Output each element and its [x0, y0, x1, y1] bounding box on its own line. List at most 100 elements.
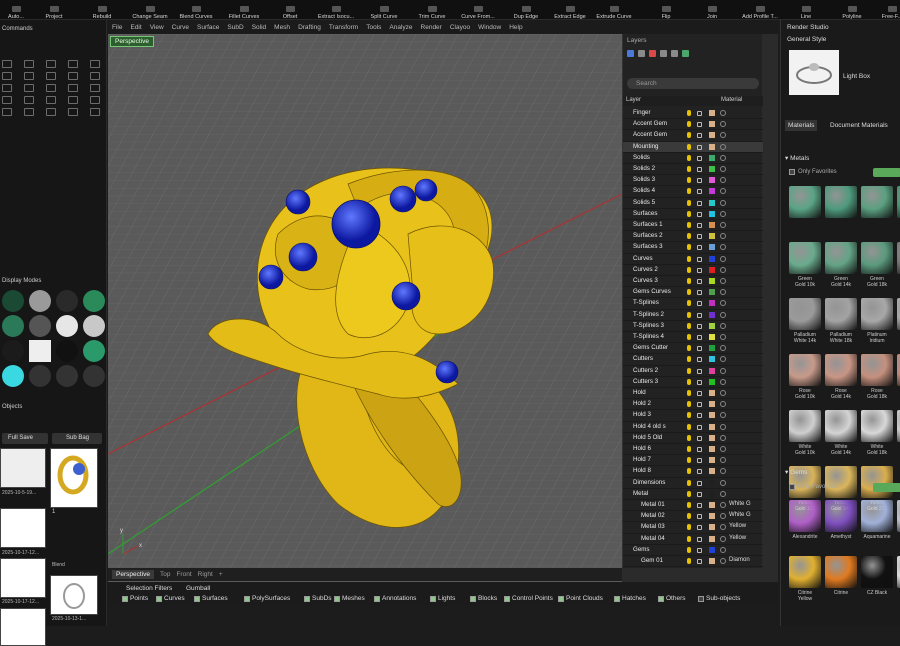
layer-color-swatch[interactable] [709, 143, 715, 150]
layer-row[interactable]: Hold 2 [623, 399, 763, 411]
material-circle-icon[interactable] [720, 490, 726, 497]
layer-row[interactable]: Curves 3 [623, 276, 763, 288]
layer-color-swatch[interactable] [709, 110, 715, 116]
checkbox[interactable] [430, 595, 436, 602]
lock-icon[interactable] [697, 200, 702, 206]
checkbox[interactable] [156, 595, 162, 602]
toolbar-button[interactable]: Project [32, 0, 76, 20]
material-swatch[interactable] [861, 186, 893, 218]
checkbox[interactable] [334, 595, 340, 602]
checkbox[interactable] [304, 595, 310, 602]
menu-analyze[interactable]: Analyze [389, 24, 412, 31]
lock-icon[interactable] [697, 155, 702, 161]
only-favorites-metals[interactable]: Only Favorites [789, 169, 837, 175]
tab-document-materials[interactable]: Document Materials [827, 120, 891, 131]
material-circle-icon[interactable] [720, 423, 726, 430]
layer-color-swatch[interactable] [709, 535, 715, 542]
material-circle-icon[interactable] [720, 446, 726, 452]
visibility-bulb-icon[interactable] [687, 457, 691, 464]
visibility-bulb-icon[interactable] [687, 334, 691, 340]
layer-row[interactable]: Curves [623, 254, 763, 265]
material-circle-icon[interactable] [720, 278, 726, 284]
checkbox[interactable] [122, 595, 128, 602]
material-swatch[interactable] [825, 354, 857, 386]
lock-icon[interactable] [697, 391, 702, 396]
material-circle-icon[interactable] [720, 210, 726, 217]
light-box-preview[interactable] [789, 50, 839, 95]
filter-sub-objects[interactable]: Sub-objects [698, 595, 740, 602]
material-circle-icon[interactable] [720, 154, 726, 161]
filter-meshes[interactable]: Meshes [334, 595, 365, 602]
visibility-bulb-icon[interactable] [687, 378, 691, 385]
layer-color-swatch[interactable] [709, 345, 715, 352]
tab-materials[interactable]: Materials [785, 120, 818, 131]
material-swatch[interactable] [789, 242, 821, 274]
visibility-bulb-icon[interactable] [687, 210, 691, 217]
lock-icon[interactable] [697, 234, 702, 240]
lock-icon[interactable] [697, 301, 702, 307]
layer-row[interactable]: Surfaces 3 [623, 242, 763, 254]
visibility-bulb-icon[interactable] [687, 143, 691, 150]
layer-row[interactable]: Dimensions [623, 478, 763, 489]
checkbox[interactable] [374, 595, 380, 602]
layer-color-swatch[interactable] [709, 546, 715, 553]
layer-color-swatch[interactable] [709, 434, 715, 441]
lock-icon[interactable] [697, 559, 702, 564]
layer-color-swatch[interactable] [709, 154, 715, 161]
layer-color-swatch[interactable] [709, 177, 715, 184]
layer-row[interactable]: T-Splines [623, 298, 763, 310]
layer-row[interactable]: Hold 5 Old [623, 433, 763, 444]
visibility-bulb-icon[interactable] [687, 322, 691, 329]
layer-row[interactable]: Gem 01 Diamon [623, 556, 763, 568]
toolbar-button[interactable]: Extrude Curve [592, 0, 636, 20]
lock-icon[interactable] [697, 111, 702, 116]
visibility-bulb-icon[interactable] [687, 244, 691, 251]
lock-icon[interactable] [697, 279, 702, 284]
material-swatch[interactable] [825, 298, 857, 330]
material-swatch[interactable] [825, 556, 857, 588]
layer-color-swatch[interactable] [709, 378, 715, 385]
material-circle-icon[interactable] [720, 121, 726, 128]
layer-color-swatch[interactable] [709, 132, 715, 139]
metals-section-title[interactable]: ▾ Metals [785, 154, 809, 162]
layer-color-swatch[interactable] [709, 446, 715, 452]
visibility-bulb-icon[interactable] [687, 356, 691, 363]
visibility-bulb-icon[interactable] [687, 121, 691, 128]
new-layer-icon[interactable] [627, 50, 634, 57]
layer-color-swatch[interactable] [709, 524, 715, 531]
material-circle-icon[interactable] [720, 222, 726, 228]
layer-row[interactable]: Metal [623, 489, 763, 500]
lock-icon[interactable] [697, 402, 702, 408]
filter-subds[interactable]: SubDs [304, 595, 332, 602]
material-circle-icon[interactable] [720, 322, 726, 329]
material-circle-icon[interactable] [720, 266, 726, 273]
material-circle-icon[interactable] [720, 345, 726, 352]
filter-blocks[interactable]: Blocks [470, 595, 497, 602]
lock-icon[interactable] [697, 290, 702, 296]
material-circle-icon[interactable] [720, 356, 726, 363]
material-swatch[interactable] [789, 410, 821, 442]
lock-icon[interactable] [697, 447, 702, 452]
material-swatch[interactable] [861, 500, 893, 532]
layer-color-swatch[interactable] [709, 244, 715, 251]
material-circle-icon[interactable] [720, 300, 726, 307]
layer-row[interactable]: Solids 5 [623, 198, 763, 209]
layer-row[interactable]: Mounting [623, 141, 763, 153]
lock-icon[interactable] [697, 178, 702, 184]
visibility-bulb-icon[interactable] [687, 266, 691, 273]
filter-hatches[interactable]: Hatches [614, 595, 646, 602]
layer-color-swatch[interactable] [709, 266, 715, 273]
layer-color-swatch[interactable] [709, 255, 715, 262]
material-circle-icon[interactable] [720, 401, 726, 408]
material-swatch[interactable] [825, 500, 857, 532]
layer-row[interactable]: Metal 03 Yellow [623, 522, 763, 534]
layer-color-swatch[interactable] [709, 390, 715, 396]
lock-icon[interactable] [697, 458, 702, 464]
menu-solid[interactable]: Solid [252, 24, 266, 31]
filter-others[interactable]: Others [658, 595, 686, 602]
menu-render[interactable]: Render [421, 24, 442, 31]
add-metal-button[interactable] [873, 168, 900, 177]
visibility-bulb-icon[interactable] [687, 390, 691, 396]
material-circle-icon[interactable] [720, 468, 726, 475]
material-circle-icon[interactable] [720, 535, 726, 542]
